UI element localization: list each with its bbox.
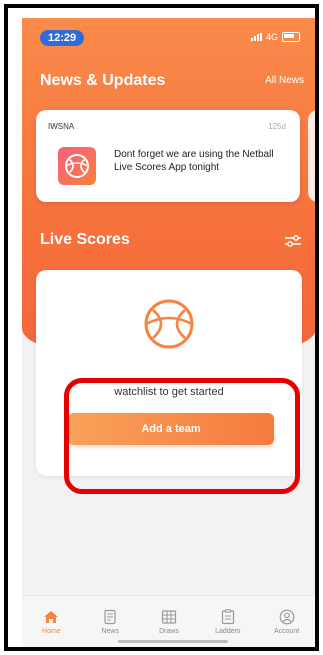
- filter-icon[interactable]: [284, 234, 302, 248]
- battery-icon: [282, 32, 300, 42]
- tab-label: News: [101, 628, 119, 635]
- tab-account[interactable]: Account: [257, 596, 315, 647]
- news-card[interactable]: IWSNA 125d Dont forget we are using the …: [36, 110, 300, 202]
- news-icon: [104, 609, 116, 625]
- tab-label: Home: [42, 628, 61, 635]
- ladders-icon: [221, 609, 234, 625]
- tab-label: Draws: [159, 628, 179, 635]
- news-age: 125d: [268, 122, 286, 131]
- highlight-annotation: [64, 378, 300, 494]
- app-screen: 12:29 4G News & Updates All News IWSNA 1…: [22, 18, 315, 647]
- home-indicator: [118, 640, 228, 643]
- home-icon: [44, 611, 59, 623]
- phone-frame: 12:29 4G News & Updates All News IWSNA 1…: [4, 4, 319, 651]
- all-news-link[interactable]: All News: [265, 75, 304, 86]
- network-label: 4G: [265, 32, 278, 42]
- account-icon: [279, 609, 294, 625]
- next-news-card[interactable]: [308, 110, 315, 202]
- tab-label: Account: [273, 628, 300, 635]
- news-text: Dont forget we are using the Netball Liv…: [114, 149, 274, 173]
- news-source: IWSNA: [48, 122, 75, 131]
- netball-icon: [65, 154, 89, 178]
- tab-home[interactable]: Home: [22, 596, 81, 647]
- status-bar: 12:29 4G: [36, 30, 306, 46]
- netball-icon: [144, 299, 194, 349]
- status-time: 12:29: [40, 30, 85, 46]
- live-scores-title: Live Scores: [40, 231, 130, 248]
- draws-icon: [161, 610, 177, 624]
- signal-icon: [250, 33, 262, 41]
- tab-label: Ladders: [215, 628, 241, 635]
- news-section-title: News & Updates: [40, 72, 166, 89]
- netball-thumbnail: [58, 147, 96, 185]
- status-indicators: 4G: [250, 32, 300, 42]
